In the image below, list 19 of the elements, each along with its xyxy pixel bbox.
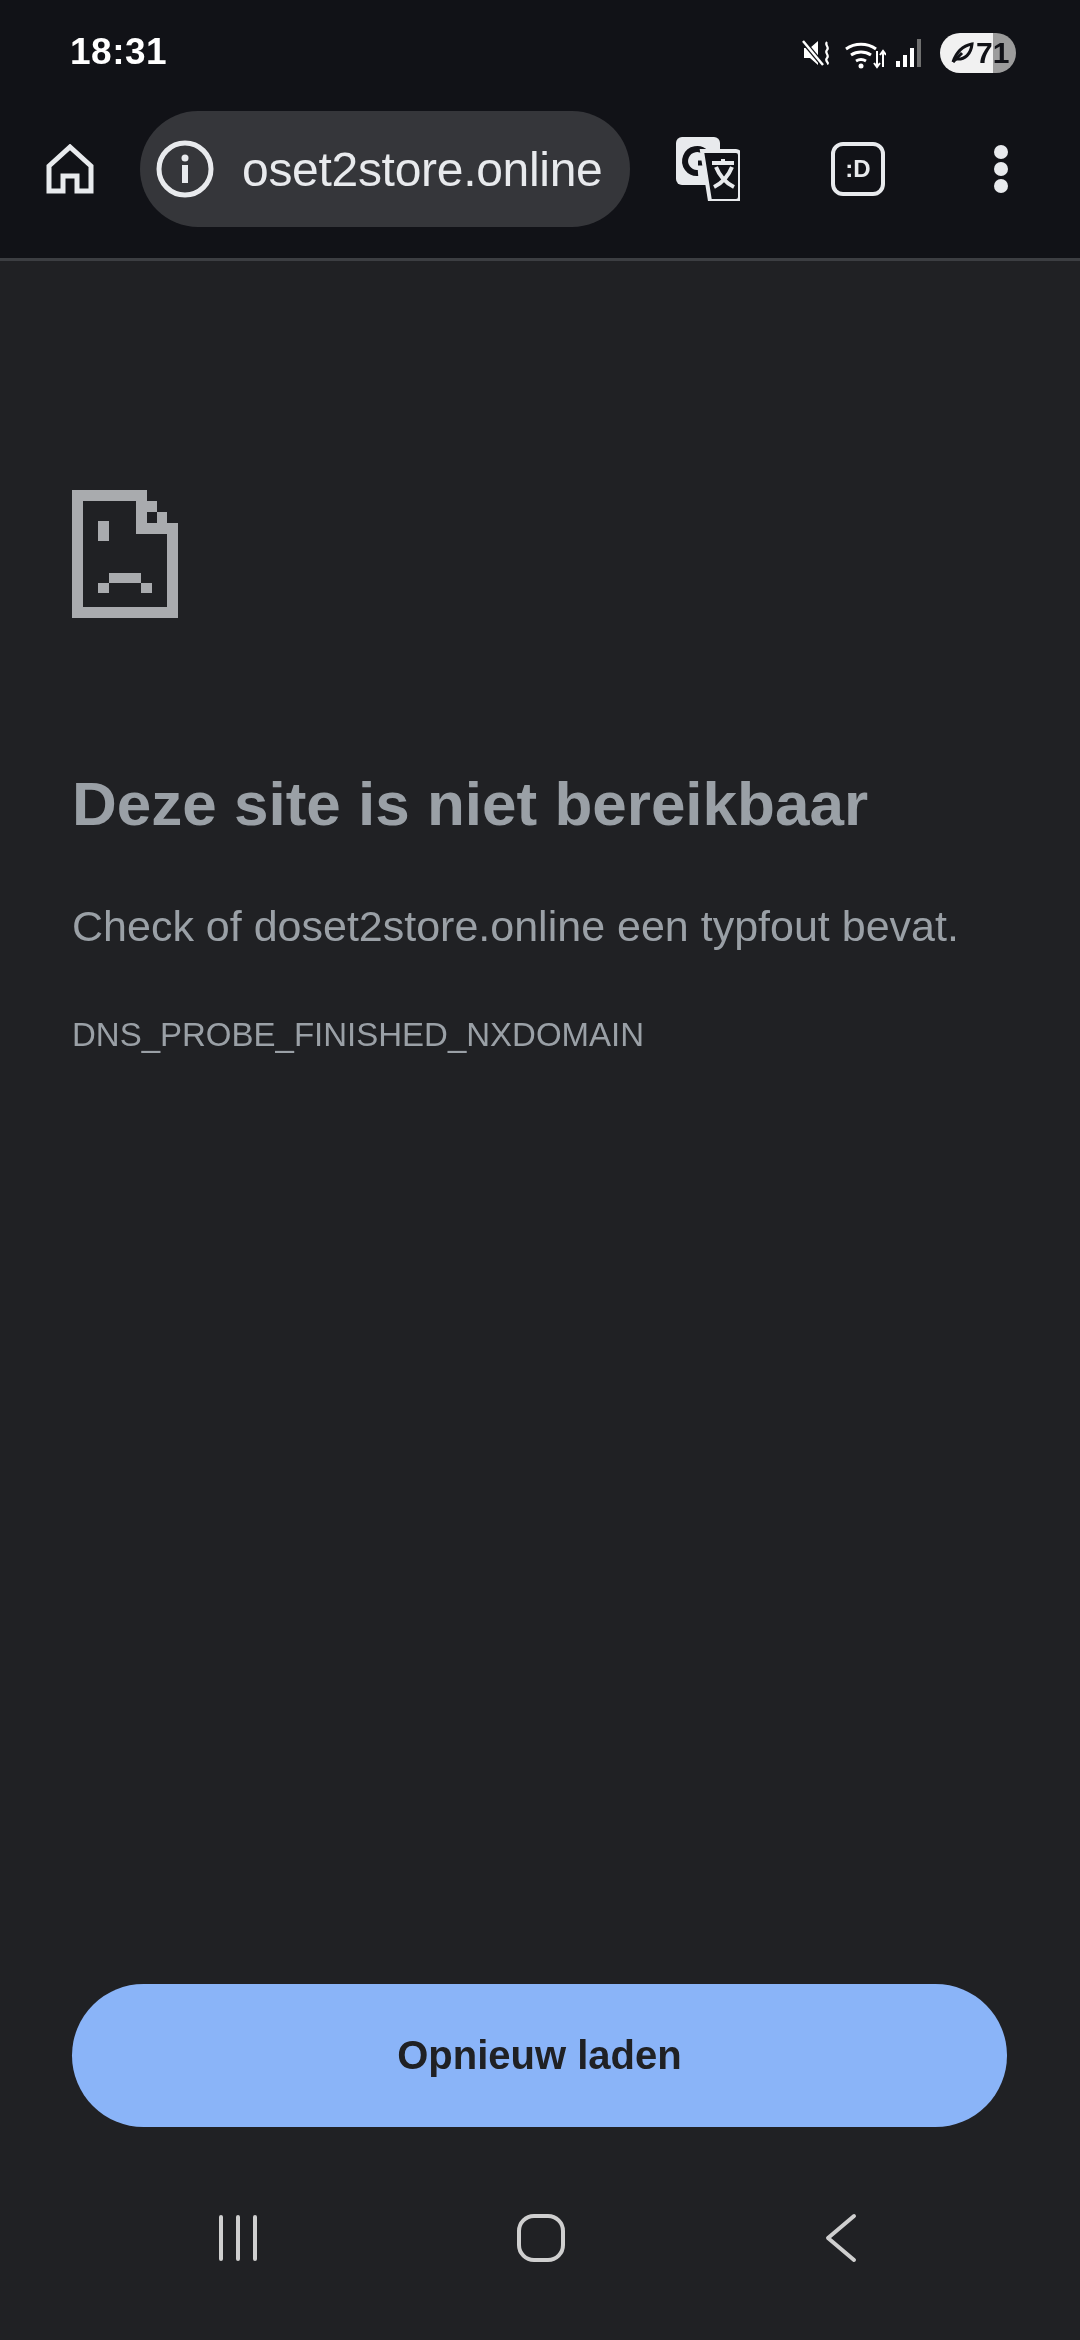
leaf-icon [950, 41, 974, 65]
signal-icon [896, 39, 922, 67]
error-title: Deze site is niet bereikbaar [72, 768, 870, 840]
url-text: oset2store.online [242, 141, 603, 197]
sad-page-icon [72, 490, 178, 618]
back-button[interactable] [824, 2212, 858, 2263]
recent-apps-button[interactable] [218, 2214, 258, 2261]
home-nav-button[interactable] [516, 2212, 566, 2263]
info-icon[interactable] [156, 140, 214, 198]
extension-button[interactable]: :D [831, 142, 885, 196]
more-options-button[interactable] [993, 144, 1009, 194]
battery-level-text: 71 [976, 38, 1010, 68]
address-bar[interactable]: oset2store.online [140, 111, 630, 227]
translate-button[interactable] [676, 137, 740, 201]
error-message: Check of doset2store.online een typfout bevat. [72, 901, 960, 953]
home-button[interactable] [46, 144, 94, 194]
reload-button[interactable]: Opnieuw laden [72, 1984, 1007, 2127]
error-code: DNS_PROBE_FINISHED_NXDOMAIN [72, 1015, 646, 1056]
status-time: 18:31 [70, 31, 168, 73]
